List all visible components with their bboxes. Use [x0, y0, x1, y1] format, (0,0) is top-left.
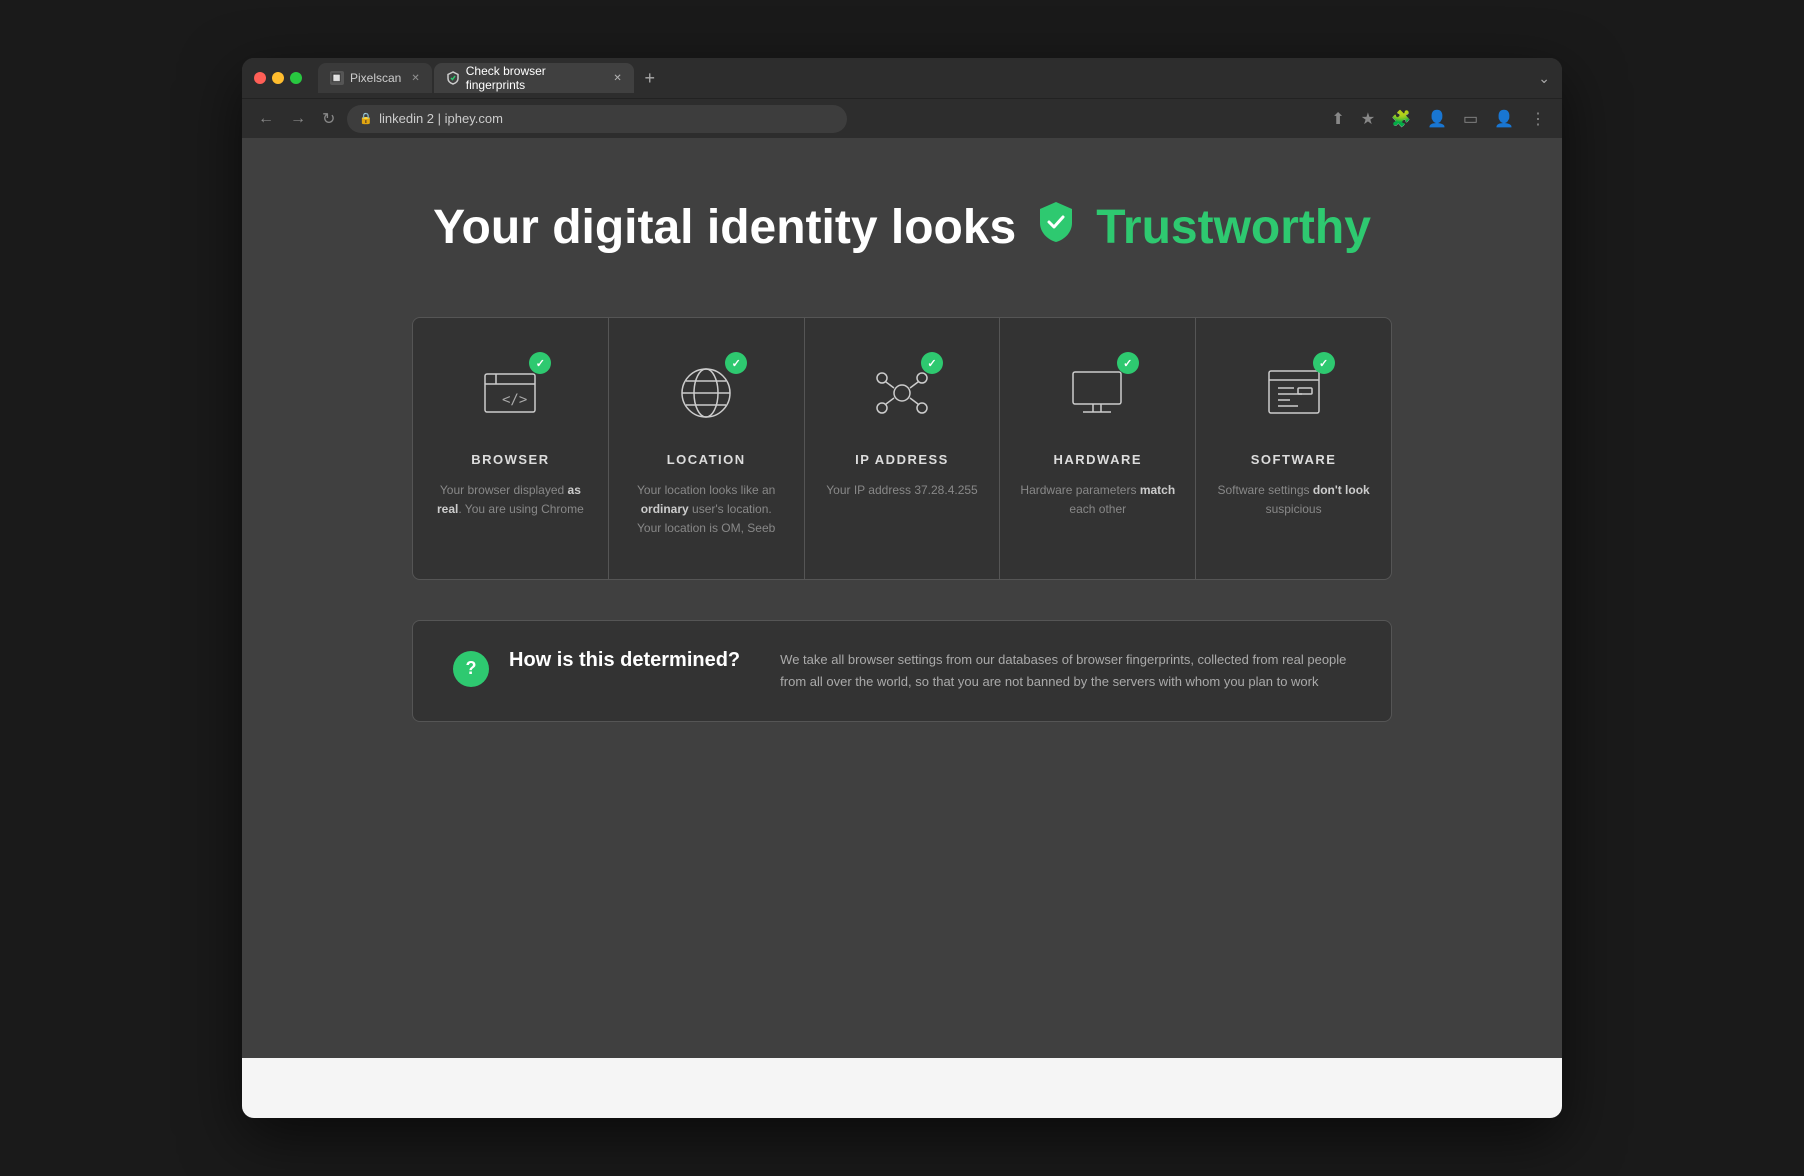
location-check-badge: ✓	[725, 352, 747, 374]
svg-text:</>: </>	[502, 392, 527, 408]
info-box: ? How is this determined? We take all br…	[412, 620, 1392, 722]
pixelscan-favicon: 🔲	[330, 71, 344, 85]
maximize-button[interactable]	[290, 72, 302, 84]
profile-icon[interactable]: 👤	[1423, 107, 1451, 131]
card-browser: </> ✓ BROWSER Your browser displayed as …	[413, 318, 609, 579]
new-tab-button[interactable]: +	[636, 64, 664, 92]
location-card-desc: Your location looks like an ordinary use…	[629, 481, 784, 539]
forward-button[interactable]: →	[286, 108, 310, 130]
tab-fingerprint[interactable]: Check browser fingerprints ✕	[434, 63, 634, 93]
cards-row: </> ✓ BROWSER Your browser displayed as …	[412, 317, 1392, 580]
hardware-card-title: HARDWARE	[1054, 452, 1143, 467]
page-area: Your digital identity looks Trustworthy	[242, 138, 1562, 1058]
tab-close-fingerprint[interactable]: ✕	[613, 73, 621, 84]
tab-fingerprint-label: Check browser fingerprints	[466, 64, 604, 92]
close-button[interactable]	[254, 72, 266, 84]
tab-pixelscan[interactable]: 🔲 Pixelscan ✕	[318, 63, 432, 93]
question-icon: ?	[453, 651, 489, 687]
reload-button[interactable]: ↻	[318, 107, 339, 131]
browser-window: 🔲 Pixelscan ✕ Check browser fingerprints…	[242, 58, 1562, 1118]
shield-icon	[1032, 198, 1080, 257]
hardware-check-badge: ✓	[1117, 352, 1139, 374]
browser-icon-wrap: </> ✓	[475, 358, 545, 428]
menu-icon[interactable]: ⋮	[1526, 107, 1550, 131]
address-bar: ← → ↻ 🔒 linkedin 2 | iphey.com ⬆ ★ 🧩 👤 ▭…	[242, 98, 1562, 138]
address-text: linkedin 2 | iphey.com	[379, 111, 503, 126]
share-icon[interactable]: ⬆	[1327, 107, 1348, 131]
ip-check-badge: ✓	[921, 352, 943, 374]
card-software: ✓ SOFTWARE Software settings don't look …	[1196, 318, 1391, 579]
software-card-title: SOFTWARE	[1251, 452, 1337, 467]
fingerprint-favicon	[446, 71, 460, 85]
tabs-area: 🔲 Pixelscan ✕ Check browser fingerprints…	[318, 63, 1550, 93]
hero-heading: Your digital identity looks Trustworthy	[433, 198, 1371, 257]
card-location: ✓ LOCATION Your location looks like an o…	[609, 318, 805, 579]
extensions-icon[interactable]: 🧩	[1387, 107, 1415, 131]
location-card-title: LOCATION	[667, 452, 746, 467]
card-hardware: ✓ HARDWARE Hardware parameters match eac…	[1000, 318, 1196, 579]
location-icon-wrap: ✓	[671, 358, 741, 428]
software-card-desc: Software settings don't look suspicious	[1216, 481, 1371, 519]
ip-card-desc: Your IP address 37.28.4.255	[826, 481, 977, 500]
info-title-wrap: How is this determined?	[509, 649, 740, 672]
heading-green: Trustworthy	[1096, 200, 1371, 255]
minimize-button[interactable]	[272, 72, 284, 84]
browser-card-title: BROWSER	[471, 452, 549, 467]
hardware-icon-wrap: ✓	[1063, 358, 1133, 428]
title-bar: 🔲 Pixelscan ✕ Check browser fingerprints…	[242, 58, 1562, 98]
info-text: We take all browser settings from our da…	[780, 649, 1351, 693]
software-icon-wrap: ✓	[1259, 358, 1329, 428]
toolbar-icons: ⬆ ★ 🧩 👤 ▭ 👤 ⋮	[1327, 107, 1550, 131]
software-check-badge: ✓	[1313, 352, 1335, 374]
browser-card-desc: Your browser displayed as real. You are …	[433, 481, 588, 519]
footer-white	[242, 1058, 1562, 1118]
tab-pixelscan-label: Pixelscan	[350, 71, 401, 85]
sidebar-icon[interactable]: ▭	[1459, 107, 1482, 131]
back-button[interactable]: ←	[254, 108, 278, 130]
ip-icon-wrap: ✓	[867, 358, 937, 428]
browser-check-badge: ✓	[529, 352, 551, 374]
address-input[interactable]: 🔒 linkedin 2 | iphey.com	[347, 105, 847, 133]
hardware-card-desc: Hardware parameters match each other	[1020, 481, 1175, 519]
lock-icon: 🔒	[359, 112, 373, 125]
card-ip: ✓ IP ADDRESS Your IP address 37.28.4.255	[805, 318, 1001, 579]
bookmark-icon[interactable]: ★	[1357, 107, 1379, 131]
traffic-lights	[254, 72, 302, 84]
tab-close-pixelscan[interactable]: ✕	[411, 73, 419, 84]
heading-plain: Your digital identity looks	[433, 200, 1016, 255]
main-content: Your digital identity looks Trustworthy	[242, 138, 1562, 1118]
ip-card-title: IP ADDRESS	[855, 452, 949, 467]
profile2-icon[interactable]: 👤	[1490, 107, 1518, 131]
info-title: How is this determined?	[509, 649, 740, 672]
tab-more-button[interactable]: ⌄	[1538, 70, 1550, 87]
